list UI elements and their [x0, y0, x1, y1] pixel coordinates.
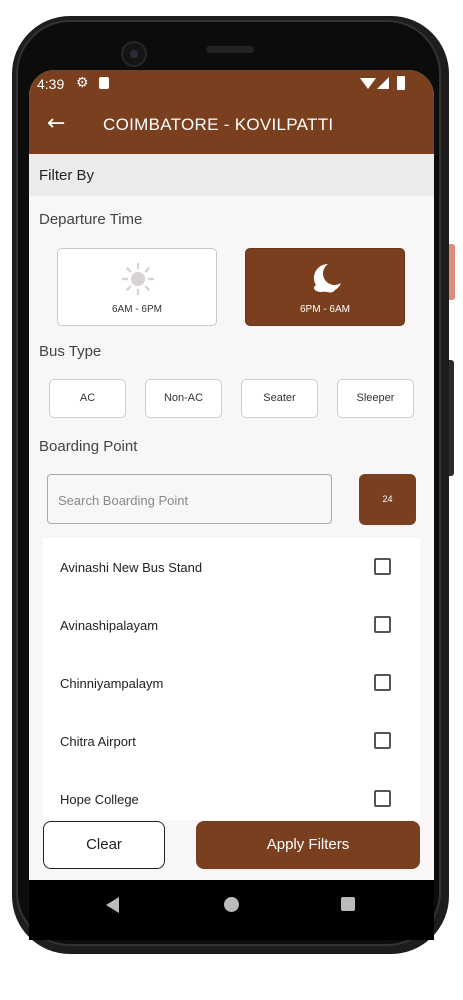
boarding-point-name: Avinashi New Bus Stand — [60, 560, 203, 575]
boarding-count-button[interactable]: 24 — [359, 474, 416, 525]
apply-filters-button[interactable]: Apply Filters — [196, 821, 420, 869]
boarding-search-field[interactable] — [47, 474, 332, 525]
front-camera — [121, 41, 147, 67]
signal-icon — [377, 77, 389, 89]
battery-icon — [397, 76, 405, 90]
settings-icon: ⚙ — [76, 74, 89, 90]
sun-icon — [121, 262, 155, 296]
clear-button[interactable]: Clear — [43, 821, 165, 869]
list-item[interactable]: Chinniyampalaym — [43, 654, 420, 712]
system-nav-bar — [29, 880, 434, 940]
side-button — [449, 244, 455, 300]
status-bar: 4:39 ⚙ — [29, 70, 434, 98]
boarding-point-checkbox[interactable] — [374, 790, 391, 807]
boarding-point-name: Chinniyampalaym — [60, 676, 164, 691]
boarding-search-input[interactable] — [48, 475, 320, 525]
boarding-point-name: Chitra Airport — [60, 734, 136, 749]
volume-button — [449, 360, 454, 476]
boarding-point-list[interactable]: Avinashi New Bus Stand Avinashipalayam C… — [43, 538, 420, 820]
boarding-point-label: Boarding Point — [39, 438, 138, 455]
departure-day-label: 6AM - 6PM — [111, 304, 162, 315]
boarding-point-name: Hope College — [60, 792, 139, 807]
departure-day-option[interactable]: 6AM - 6PM — [57, 248, 217, 326]
boarding-point-checkbox[interactable] — [374, 558, 391, 575]
boarding-point-checkbox[interactable] — [374, 616, 391, 633]
bus-type-label: Bus Type — [39, 343, 102, 360]
earpiece-speaker — [206, 46, 254, 53]
departure-night-option[interactable]: 6PM - 6AM — [245, 248, 405, 326]
status-time: 4:39 — [37, 76, 65, 92]
page-title: COIMBATORE - KOVILPATTI — [103, 115, 334, 134]
bus-type-sleeper-button[interactable]: Sleeper — [337, 379, 414, 418]
filter-by-header: Filter By — [29, 154, 434, 196]
list-item[interactable]: Chitra Airport — [43, 712, 420, 770]
nav-home-icon[interactable] — [224, 897, 239, 912]
boarding-point-checkbox[interactable] — [374, 674, 391, 691]
list-item[interactable]: Avinashi New Bus Stand — [43, 538, 420, 596]
bus-type-seater-button[interactable]: Seater — [241, 379, 318, 418]
app-screen: 4:39 ⚙ ← COIMBATORE - KOVILPATTI Filter … — [29, 70, 434, 940]
nav-back-icon[interactable] — [106, 897, 119, 913]
list-item[interactable]: Avinashipalayam — [43, 596, 420, 654]
list-item[interactable]: Hope College — [43, 770, 420, 820]
arrow-left-icon[interactable]: ← — [47, 113, 65, 135]
boarding-point-checkbox[interactable] — [374, 732, 391, 749]
boarding-point-name: Avinashipalayam — [60, 618, 159, 633]
moon-icon — [313, 263, 341, 293]
sd-card-icon — [99, 77, 109, 89]
departure-night-label: 6PM - 6AM — [299, 304, 350, 315]
departure-time-label: Departure Time — [39, 211, 143, 228]
bus-type-non-ac-button[interactable]: Non-AC — [145, 379, 222, 418]
bus-type-ac-button[interactable]: AC — [49, 379, 126, 418]
app-bar: ← COIMBATORE - KOVILPATTI — [29, 98, 434, 154]
filter-by-label: Filter By — [39, 167, 95, 184]
nav-recents-icon[interactable] — [341, 897, 355, 911]
wifi-icon — [360, 78, 376, 89]
